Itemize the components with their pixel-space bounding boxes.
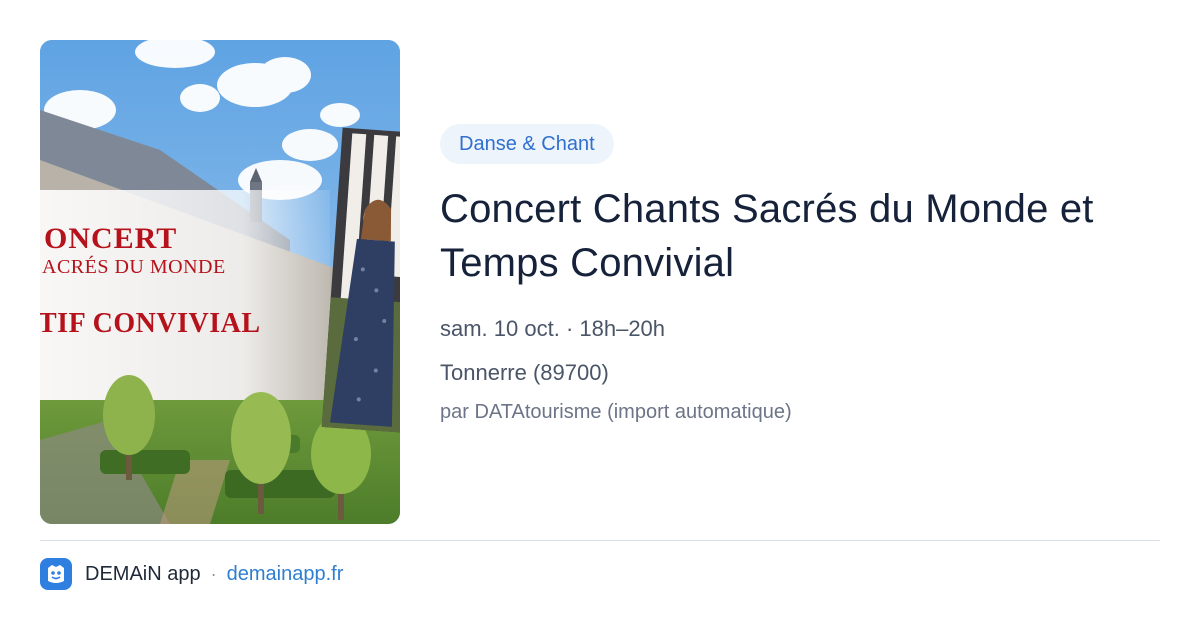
- event-image: ONCERT ACRÉS DU MONDE TIF CONVIVIAL: [40, 40, 400, 524]
- site-link[interactable]: demainapp.fr: [227, 563, 344, 586]
- event-title: Concert Chants Sacrés du Monde et Temps …: [440, 187, 1094, 285]
- logo-glyph: [48, 565, 64, 583]
- event-datetime: sam. 10 oct. · 18h–20h: [440, 316, 666, 341]
- footer-separator: ·: [210, 563, 217, 584]
- footer: DEMAiN app · demainapp.fr: [40, 558, 343, 590]
- event-details: Danse & Chant Concert Chants Sacrés du M…: [440, 124, 1160, 426]
- demain-app-logo-icon: [40, 558, 72, 590]
- event-source: par DATAtourisme (import automatique): [440, 401, 792, 423]
- footer-divider: [40, 540, 1160, 541]
- app-name: DEMAiN app: [85, 562, 201, 585]
- event-photo-illustration: [40, 40, 400, 524]
- category-badge[interactable]: Danse & Chant: [440, 124, 614, 164]
- event-location: Tonnerre (89700): [440, 360, 609, 385]
